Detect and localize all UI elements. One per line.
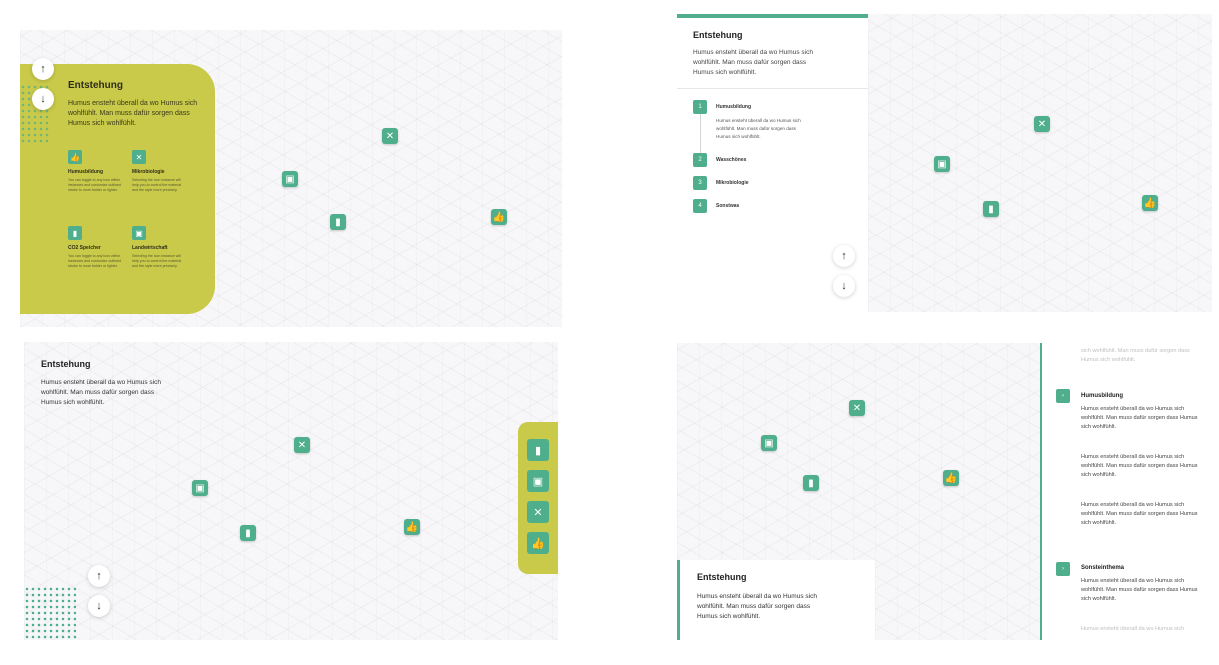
step-3-label[interactable]: Mikrobiologie (716, 180, 749, 186)
step-4-label[interactable]: Sonstwas (716, 203, 739, 209)
map-marker-microbe[interactable]: ✕ (382, 128, 398, 144)
title-card: Entstehung Humus ensteht überall da wo H… (677, 560, 875, 640)
step-2-label[interactable]: Wasschönes (716, 157, 746, 163)
section-1-title: Humusbildung (1081, 393, 1123, 399)
divider (677, 88, 868, 89)
page-title: Entstehung (41, 359, 91, 369)
map-marker-chart[interactable]: ▮ (983, 201, 999, 217)
content-column: sich wohlfühlt. Man muss dafür sorgen da… (1040, 343, 1212, 640)
scroll-down-button[interactable]: ↓ (833, 275, 855, 297)
card-title: Entstehung (68, 80, 123, 91)
chevron-right-icon: › (1062, 393, 1064, 399)
feature-text: Selecting the icon instance will help yo… (132, 178, 182, 192)
panel-scroll-content: ✕ ▣ ▮ 👍 Entstehung Humus ensteht überall… (677, 343, 1212, 640)
step-3-number[interactable]: 3 (693, 176, 707, 190)
map-marker-farm[interactable]: ▣ (192, 480, 208, 496)
farm-icon: ▣ (132, 226, 146, 240)
section-1-text-b: Humus ensteht überall da wo Humus sich w… (1081, 454, 1198, 478)
section-1-text-a: Humus ensteht überall da wo Humus sich w… (1081, 406, 1198, 430)
step-2-number[interactable]: 2 (693, 153, 707, 167)
arrow-up-icon: ↑ (96, 570, 102, 582)
arrow-up-icon: ↑ (40, 63, 46, 75)
feature-text: You can toggle to any icon within instan… (68, 178, 121, 192)
map-marker-farm[interactable]: ▣ (934, 156, 950, 172)
thumbs-up-icon: 👍 (68, 150, 82, 164)
panel-olive-card: 👍 ✕ ▣ ▮ Entstehung Humus ensteht überall… (20, 30, 562, 327)
dot-pattern (24, 586, 76, 640)
chart-icon: ▮ (68, 226, 82, 240)
card-intro: Humus ensteht überall da wo Humus sich w… (68, 100, 198, 127)
arrow-up-icon: ↑ (841, 250, 847, 262)
map-marker-microbe[interactable]: ✕ (849, 400, 865, 416)
map-marker-farm[interactable]: ▣ (282, 171, 298, 187)
farm-icon[interactable]: ▣ (527, 470, 549, 492)
thumbs-up-icon[interactable]: 👍 (527, 532, 549, 554)
feature-title: Mikrobiologie (132, 169, 165, 175)
column-accent-line (1040, 343, 1042, 640)
card-intro: Humus ensteht überall da wo Humus sich w… (693, 49, 813, 76)
section-2-chevron[interactable]: › (1056, 562, 1070, 576)
panel-icon-sidebar: Entstehung Humus ensteht überall da wo H… (24, 342, 558, 640)
title-accent-bar (677, 560, 680, 640)
feature-landwirtschaft[interactable]: ▣ Landwirtschaft Selecting the icon inst… (132, 226, 187, 269)
chart-icon[interactable]: ▮ (527, 439, 549, 461)
map-marker-chart[interactable]: ▮ (240, 525, 256, 541)
map-marker-microbe[interactable]: ✕ (294, 437, 310, 453)
microbe-icon: ✕ (132, 150, 146, 164)
arrow-down-icon: ↓ (40, 93, 46, 105)
map-marker-thumbs-up[interactable]: 👍 (404, 519, 420, 535)
map-marker-chart[interactable]: ▮ (330, 214, 346, 230)
faded-text-bottom: Humus ensteht überall da wo Humus sich (1081, 626, 1185, 632)
map-marker-thumbs-up[interactable]: 👍 (491, 209, 507, 225)
card-title: Entstehung (693, 30, 743, 40)
map-marker-microbe[interactable]: ✕ (1034, 116, 1050, 132)
step-4-number[interactable]: 4 (693, 199, 707, 213)
step-1-number[interactable]: 1 (693, 100, 707, 114)
section-2-title: Sonsteinthema (1081, 565, 1125, 571)
panel-step-list: Entstehung Humus ensteht überall da wo H… (677, 14, 1212, 312)
scroll-up-button[interactable]: ↑ (88, 565, 110, 587)
feature-title: Humusbildung (68, 169, 103, 175)
feature-humusbildung[interactable]: 👍 Humusbildung You can toggle to any ico… (68, 150, 123, 193)
scroll-down-button[interactable]: ↓ (88, 595, 110, 617)
card-title: Entstehung (697, 572, 747, 582)
map-marker-chart[interactable]: ▮ (803, 475, 819, 491)
map-sketch (868, 14, 1212, 312)
feature-co2-speicher[interactable]: ▮ CO2 Speicher You can toggle to any ico… (68, 226, 123, 269)
feature-mikrobiologie[interactable]: ✕ Mikrobiologie Selecting the icon insta… (132, 150, 187, 193)
microbe-icon[interactable]: ✕ (527, 501, 549, 523)
arrow-down-icon: ↓ (96, 600, 102, 612)
card-intro: Humus ensteht überall da wo Humus sich w… (697, 593, 817, 620)
step-connector (700, 114, 701, 154)
scroll-down-button[interactable]: ↓ (32, 88, 54, 110)
step-1-text: Humus ensteht überall da wo Humus sich w… (716, 118, 801, 139)
feature-title: CO2 Speicher (68, 245, 101, 251)
top-accent-bar (677, 14, 868, 18)
section-2-text: Humus ensteht überall da wo Humus sich w… (1081, 578, 1198, 602)
feature-text: Selecting the icon instance will help yo… (132, 254, 182, 268)
map-marker-thumbs-up[interactable]: 👍 (943, 470, 959, 486)
sidebar-card: Entstehung Humus ensteht überall da wo H… (677, 14, 868, 312)
faded-text-top: sich wohlfühlt. Man muss dafür sorgen da… (1081, 348, 1190, 363)
scroll-up-button[interactable]: ↑ (833, 245, 855, 267)
page-intro: Humus ensteht überall da wo Humus sich w… (41, 379, 161, 406)
section-1-chevron[interactable]: › (1056, 389, 1070, 403)
map-marker-thumbs-up[interactable]: 👍 (1142, 195, 1158, 211)
step-1-label[interactable]: Humusbildung (716, 104, 751, 110)
section-1-text-c: Humus ensteht überall da wo Humus sich w… (1081, 502, 1198, 526)
scroll-up-button[interactable]: ↑ (32, 58, 54, 80)
map-marker-farm[interactable]: ▣ (761, 435, 777, 451)
feature-text: You can toggle to any icon within instan… (68, 254, 121, 268)
feature-title: Landwirtschaft (132, 245, 168, 251)
chevron-right-icon: › (1062, 566, 1064, 572)
arrow-down-icon: ↓ (841, 280, 847, 292)
icon-sidebar: ▮ ▣ ✕ 👍 (518, 422, 558, 574)
